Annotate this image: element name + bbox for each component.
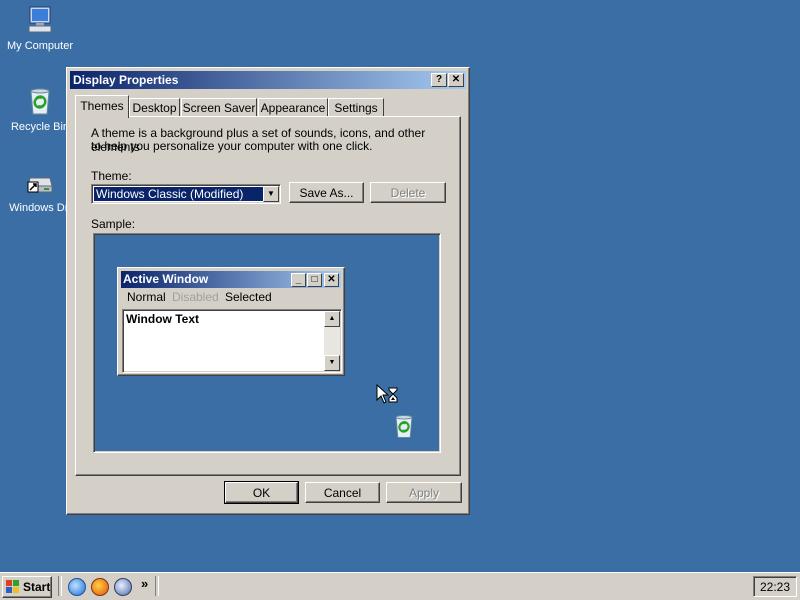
quick-launch-overflow[interactable]: » <box>141 576 148 591</box>
sample-menu-selected: Selected <box>225 290 272 304</box>
scroll-down-icon: ▼ <box>324 355 340 371</box>
display-properties-dialog: Display Properties ? ✕ Themes Desktop Sc… <box>66 67 470 515</box>
sample-menu-disabled: Disabled <box>172 290 219 304</box>
drive-shortcut-icon <box>24 166 56 198</box>
ok-button[interactable]: OK <box>224 481 299 504</box>
dialog-title: Display Properties <box>73 73 179 87</box>
system-tray-clock[interactable]: 22:23 <box>753 576 797 597</box>
sample-preview: Active Window _ □ ✕ Normal Disabled Sele… <box>93 233 441 453</box>
close-button[interactable]: ✕ <box>448 73 464 87</box>
minimize-icon: _ <box>291 273 306 287</box>
scroll-up-icon: ▲ <box>324 311 340 327</box>
sample-window-title-bar: Active Window _ □ ✕ <box>121 271 341 288</box>
dialog-title-bar[interactable]: Display Properties ? ✕ <box>70 71 466 89</box>
taskbar: Start » 22:23 <box>0 572 800 600</box>
my-computer-icon <box>24 4 56 36</box>
sample-scrollbar: ▲ ▼ <box>324 311 340 371</box>
delete-button[interactable]: Delete <box>370 182 446 203</box>
tab-screen-saver[interactable]: Screen Saver <box>181 98 257 117</box>
taskbar-separator <box>155 576 159 596</box>
start-label: Start <box>23 580 51 594</box>
browser-icon[interactable] <box>114 578 132 596</box>
desktop-icon-my-computer[interactable]: My Computer <box>0 4 80 52</box>
themes-panel: A theme is a background plus a set of so… <box>75 116 461 476</box>
cancel-button[interactable]: Cancel <box>305 482 380 503</box>
tab-appearance[interactable]: Appearance <box>258 98 328 117</box>
busy-cursor-icon <box>376 383 400 409</box>
windows-logo-icon <box>6 580 20 594</box>
desktop-icon-label: My Computer <box>6 40 74 52</box>
taskbar-separator <box>58 576 62 596</box>
tab-desktop[interactable]: Desktop <box>129 98 180 117</box>
theme-description-line2: to help you personalize your computer wi… <box>91 139 373 153</box>
chevron-down-icon[interactable]: ▼ <box>263 186 279 202</box>
close-icon: ✕ <box>324 273 339 287</box>
sample-window-title: Active Window <box>123 272 209 286</box>
theme-label: Theme: <box>91 169 132 183</box>
recycle-bin-icon <box>24 85 56 117</box>
theme-select[interactable]: Windows Classic (Modified) ▼ <box>91 184 281 204</box>
theme-select-value: Windows Classic (Modified) <box>93 186 265 202</box>
sample-menu-normal: Normal <box>127 290 166 304</box>
tab-settings[interactable]: Settings <box>328 98 384 117</box>
sample-label: Sample: <box>91 217 136 231</box>
firefox-icon[interactable] <box>91 578 109 596</box>
ie-icon[interactable] <box>68 578 86 596</box>
apply-button[interactable]: Apply <box>386 482 462 503</box>
help-button[interactable]: ? <box>431 73 447 87</box>
sample-text-area: Window Text ▲ ▼ <box>122 309 342 373</box>
maximize-icon: □ <box>307 273 322 287</box>
sample-recycle-bin-icon <box>390 412 418 443</box>
start-button[interactable]: Start <box>2 576 52 598</box>
tab-themes[interactable]: Themes <box>75 95 129 118</box>
sample-window-text: Window Text <box>126 312 199 326</box>
sample-active-window: Active Window _ □ ✕ Normal Disabled Sele… <box>117 267 345 376</box>
save-as-button[interactable]: Save As... <box>289 182 364 203</box>
